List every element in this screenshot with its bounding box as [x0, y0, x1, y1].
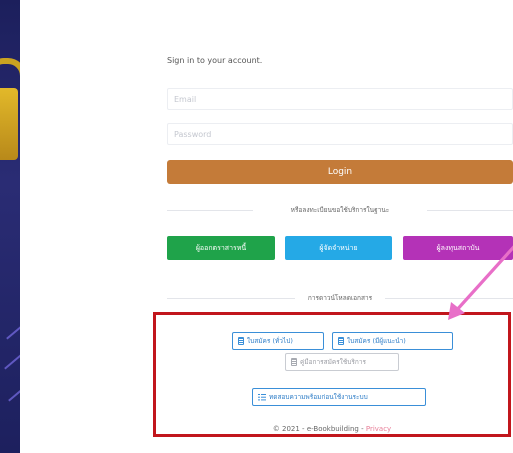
register-institution-button[interactable]: ผู้ลงทุนสถาบัน [403, 236, 513, 260]
signin-title: Sign in to your account. [167, 56, 263, 65]
email-field[interactable] [167, 88, 513, 110]
document-icon [291, 358, 297, 366]
lock-body [0, 88, 18, 160]
register-divider: หรือลงทะเบียนขอใช้บริการในฐานะ [167, 205, 513, 215]
download-manual-button[interactable]: คู่มือการสมัครใช้บริการ [285, 353, 399, 371]
footer: © 2021 - e-Bookbuilding - Privacy [156, 425, 508, 433]
register-issuer-button[interactable]: ผู้ออกตราสารหนี้ [167, 236, 275, 260]
download-advisor-form-button[interactable]: ใบสมัคร (มีผู้แนะนำ) [332, 332, 453, 350]
document-icon [338, 337, 344, 345]
decorative-streak [4, 352, 20, 370]
decorative-streak [6, 322, 20, 340]
readiness-test-label: ทดสอบความพร้อมก่อนใช้งานระบบ [269, 393, 368, 401]
download-general-form-label: ใบสมัคร (ทั่วไป) [247, 337, 293, 345]
password-field[interactable] [167, 123, 513, 145]
login-button[interactable]: Login [167, 160, 513, 184]
download-advisor-form-label: ใบสมัคร (มีผู้แนะนำ) [347, 337, 406, 345]
download-general-form-button[interactable]: ใบสมัคร (ทั่วไป) [232, 332, 324, 350]
document-icon [238, 337, 244, 345]
divider-line [385, 298, 513, 299]
download-manual-label: คู่มือการสมัครใช้บริการ [300, 358, 366, 366]
divider-line [427, 210, 513, 211]
downloads-highlight-box: ใบสมัคร (ทั่วไป) ใบสมัคร (มีผู้แนะนำ) คู… [153, 312, 511, 437]
decorative-streak [8, 384, 20, 402]
side-banner [0, 0, 20, 453]
downloads-divider: การดาวน์โหลดเอกสาร [167, 293, 513, 303]
privacy-link[interactable]: Privacy [366, 425, 391, 433]
readiness-test-button[interactable]: ทดสอบความพร้อมก่อนใช้งานระบบ [252, 388, 426, 406]
list-icon [258, 393, 266, 401]
register-distributor-button[interactable]: ผู้จัดจำหน่าย [285, 236, 392, 260]
copyright-text: © 2021 - e-Bookbuilding - [272, 425, 366, 433]
